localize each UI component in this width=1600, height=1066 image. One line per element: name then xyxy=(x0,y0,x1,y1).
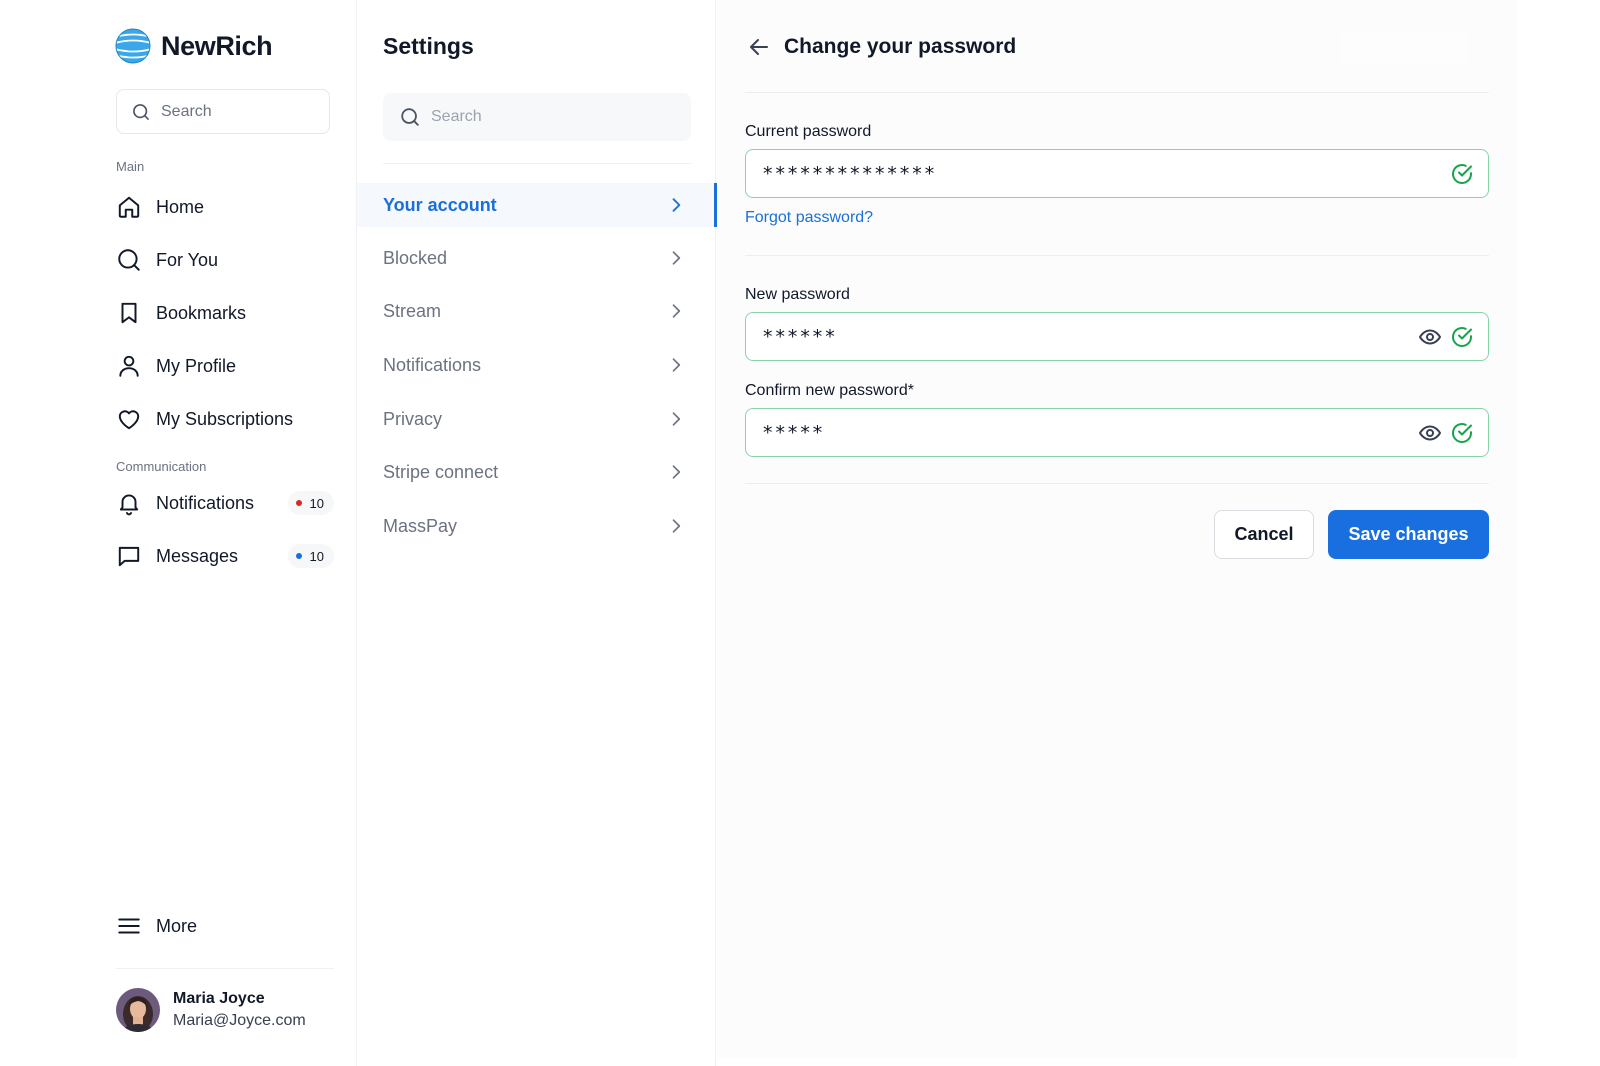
settings-title: Settings xyxy=(383,33,474,59)
sidebar-item-for-you[interactable]: For You xyxy=(116,243,334,277)
settings-item-privacy[interactable]: Privacy xyxy=(357,397,716,441)
badge-dot xyxy=(295,553,302,559)
settings-search-input[interactable]: Search xyxy=(383,93,691,141)
confirm-password-label: Confirm new password* xyxy=(745,382,914,399)
sidebar-item-label: My Profile xyxy=(156,355,237,376)
heart-icon xyxy=(118,410,140,430)
search-icon xyxy=(401,108,419,126)
new-password-field[interactable]: ****** xyxy=(745,312,1489,361)
cancel-button[interactable]: Cancel xyxy=(1214,510,1314,559)
user-profile[interactable]: Maria Joyce Maria@Joyce.com xyxy=(116,988,306,1032)
sidebar-item-messages[interactable]: Messages 10 xyxy=(116,539,334,573)
form-divider xyxy=(745,483,1489,484)
header-placeholder xyxy=(1339,30,1469,64)
sidebar-item-label: Notifications xyxy=(156,492,255,513)
page-title: Change your password xyxy=(784,35,1017,58)
settings-item-masspay[interactable]: MassPay xyxy=(357,504,716,548)
confirm-password-value: ***** xyxy=(762,421,825,444)
chevron-right-icon xyxy=(672,198,681,212)
check-circle-icon xyxy=(1452,326,1472,347)
avatar-image xyxy=(116,988,160,1032)
sidebar: NewRich Search Main Home For You Bookmar… xyxy=(0,0,357,1066)
sidebar-item-bookmarks[interactable]: Bookmarks xyxy=(116,296,334,330)
arrow-left-icon[interactable] xyxy=(747,35,771,59)
sidebar-item-my-subscriptions[interactable]: My Subscriptions xyxy=(116,402,334,436)
user-email: Maria@Joyce.com xyxy=(173,1012,306,1029)
sidebar-item-notifications[interactable]: Notifications 10 xyxy=(116,486,334,520)
current-password-label: Current password xyxy=(745,123,872,140)
chevron-right-icon xyxy=(672,251,681,265)
sidebar-more-button[interactable]: More xyxy=(116,913,197,939)
home-icon xyxy=(118,196,140,218)
search-icon xyxy=(118,249,140,271)
settings-item-label: Stream xyxy=(383,300,442,321)
search-icon xyxy=(133,103,149,120)
user-icon xyxy=(119,355,139,377)
settings-item-label: Privacy xyxy=(383,408,443,429)
sidebar-search-placeholder: Search xyxy=(161,102,212,120)
new-password-value: ****** xyxy=(762,325,837,348)
settings-item-label: MassPay xyxy=(383,515,458,536)
settings-item-stripe-connect[interactable]: Stripe connect xyxy=(357,450,716,494)
sidebar-item-label: Bookmarks xyxy=(156,302,247,323)
notifications-count-badge: 10 xyxy=(287,491,334,515)
badge-count: 10 xyxy=(309,495,324,511)
save-changes-button[interactable]: Save changes xyxy=(1328,510,1489,559)
chevron-right-icon xyxy=(672,412,681,426)
sidebar-item-label: My Subscriptions xyxy=(156,408,294,429)
settings-search-placeholder: Search xyxy=(431,108,482,125)
section-label-communication: Communication xyxy=(116,459,207,474)
check-circle-icon xyxy=(1452,422,1472,443)
brand[interactable]: NewRich xyxy=(115,28,273,64)
user-info: Maria Joyce Maria@Joyce.com xyxy=(173,990,306,1030)
more-label: More xyxy=(156,915,198,936)
change-password-panel: Change your password Current password **… xyxy=(717,0,1517,1058)
chevron-right-icon xyxy=(672,465,681,479)
menu-icon xyxy=(118,918,140,934)
settings-divider xyxy=(383,163,691,164)
sidebar-item-label: Messages xyxy=(156,545,239,566)
settings-item-label: Blocked xyxy=(383,247,448,268)
section-divider xyxy=(745,255,1489,256)
bookmark-icon xyxy=(121,302,137,324)
badge-dot xyxy=(295,500,302,506)
sidebar-item-my-profile[interactable]: My Profile xyxy=(116,349,334,383)
avatar[interactable] xyxy=(116,988,160,1032)
eye-icon[interactable] xyxy=(1418,325,1442,349)
sidebar-item-label: Home xyxy=(156,196,205,217)
settings-item-label: Stripe connect xyxy=(383,461,499,482)
eye-icon[interactable] xyxy=(1418,421,1442,445)
sidebar-item-label: For You xyxy=(156,249,219,270)
settings-item-your-account[interactable]: Your account xyxy=(357,183,717,227)
sidebar-divider xyxy=(116,968,334,969)
messages-count-badge: 10 xyxy=(287,544,334,568)
bell-icon xyxy=(119,494,139,516)
check-circle-icon xyxy=(1452,163,1472,184)
sidebar-item-home[interactable]: Home xyxy=(116,190,334,224)
settings-item-notifications[interactable]: Notifications xyxy=(357,343,716,387)
current-password-field[interactable]: ************** xyxy=(745,149,1489,198)
settings-item-label: Your account xyxy=(383,194,497,215)
confirm-password-field[interactable]: ***** xyxy=(745,408,1489,457)
settings-item-label: Notifications xyxy=(383,354,482,375)
brand-name: NewRich xyxy=(161,30,273,61)
chevron-right-icon xyxy=(672,519,681,533)
message-icon xyxy=(118,546,140,567)
chevron-right-icon xyxy=(672,304,681,318)
section-label-main: Main xyxy=(116,159,145,174)
chevron-right-icon xyxy=(672,358,681,372)
settings-item-stream[interactable]: Stream xyxy=(357,289,716,333)
sidebar-search-input[interactable]: Search xyxy=(116,89,330,134)
settings-panel: Settings Search Your account Blocked Str… xyxy=(357,0,717,1066)
settings-item-blocked[interactable]: Blocked xyxy=(357,236,716,280)
new-password-label: New password xyxy=(745,286,850,303)
user-name: Maria Joyce xyxy=(173,990,265,1007)
header-divider xyxy=(745,92,1489,93)
badge-count: 10 xyxy=(309,548,324,564)
forgot-password-link[interactable]: Forgot password? xyxy=(745,209,873,227)
current-password-value: ************** xyxy=(762,162,937,185)
globe-logo-icon xyxy=(115,28,151,64)
